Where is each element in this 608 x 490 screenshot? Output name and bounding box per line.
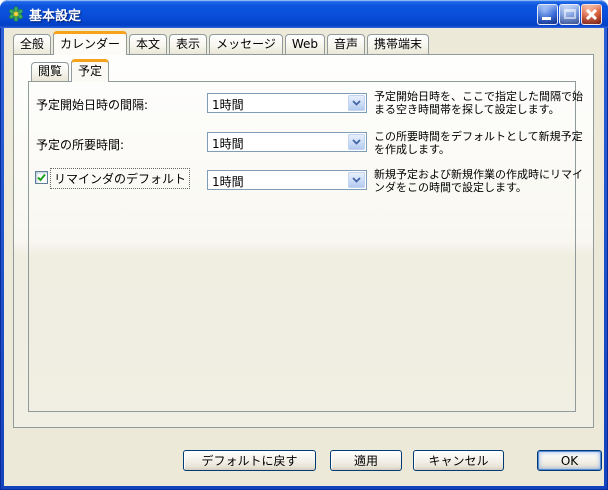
tab-web[interactable]: Web — [285, 34, 325, 54]
close-button[interactable] — [581, 4, 602, 25]
ok-button[interactable]: OK — [537, 450, 602, 471]
tab-general[interactable]: 全般 — [13, 34, 51, 54]
subtab-browse[interactable]: 閲覧 — [31, 62, 69, 81]
start-interval-label: 予定開始日時の間隔: — [36, 96, 148, 113]
tab-calendar[interactable]: カレンダー — [53, 31, 127, 55]
reminder-default-checkbox[interactable] — [35, 171, 48, 184]
tab-display[interactable]: 表示 — [169, 34, 207, 54]
checkmark-icon — [36, 172, 47, 183]
start-interval-select[interactable]: 1時間 — [207, 93, 367, 113]
titlebar[interactable]: 基本設定 — [0, 0, 608, 28]
chevron-down-icon[interactable] — [348, 95, 365, 111]
apply-button[interactable]: 適用 — [330, 450, 402, 471]
reminder-time-value: 1時間 — [212, 173, 244, 190]
tab-body-text[interactable]: 本文 — [129, 34, 167, 54]
maximize-button[interactable] — [559, 4, 580, 25]
chevron-down-icon[interactable] — [348, 172, 365, 188]
duration-description: この所要時間をデフォルトとして新規予定を作成します。 — [374, 130, 586, 156]
maximize-icon — [564, 9, 576, 19]
cancel-button[interactable]: キャンセル — [413, 450, 504, 471]
start-interval-value: 1時間 — [212, 96, 244, 113]
start-interval-description: 予定開始日時を、ここで指定した間隔で始まる空き時間帯を探して設定します。 — [374, 90, 586, 116]
reminder-description: 新規予定および新規作業の作成時にリマインダをこの時間で設定します。 — [374, 168, 586, 194]
preferences-window: 基本設定 全般 カレンダー 本文 表示 メッセージ Web 音声 携帯端末 閲覧… — [0, 0, 608, 490]
duration-label: 予定の所要時間: — [36, 136, 124, 153]
main-tab-strip: 全般 カレンダー 本文 表示 メッセージ Web 音声 携帯端末 — [13, 31, 431, 55]
duration-select[interactable]: 1時間 — [207, 132, 367, 152]
tab-voice[interactable]: 音声 — [327, 34, 365, 54]
minimize-button[interactable] — [537, 4, 558, 25]
reminder-time-select[interactable]: 1時間 — [207, 170, 367, 190]
window-title: 基本設定 — [29, 5, 81, 24]
duration-value: 1時間 — [212, 135, 244, 152]
subtab-schedule[interactable]: 予定 — [71, 59, 109, 82]
restore-defaults-button[interactable]: デフォルトに戻す — [183, 450, 316, 471]
chevron-down-icon[interactable] — [348, 134, 365, 150]
sub-tab-strip: 閲覧 予定 — [31, 59, 111, 82]
tab-message[interactable]: メッセージ — [209, 34, 283, 54]
app-icon — [8, 6, 24, 22]
tab-mobile[interactable]: 携帯端末 — [367, 34, 429, 54]
reminder-default-label[interactable]: リマインダのデフォルト — [50, 168, 190, 189]
minimize-icon — [542, 17, 551, 20]
